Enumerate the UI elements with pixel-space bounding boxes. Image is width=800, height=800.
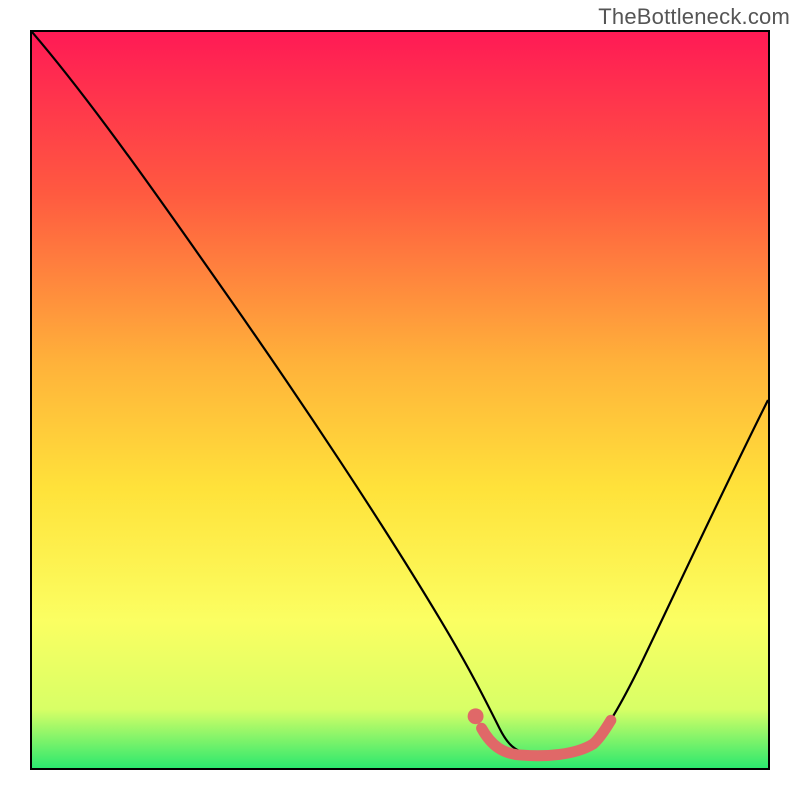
- plot-area: [30, 30, 770, 770]
- highlight-start-marker: [468, 708, 484, 724]
- gradient-background: [32, 32, 768, 768]
- chart-svg: [32, 32, 768, 768]
- watermark-text: TheBottleneck.com: [598, 4, 790, 30]
- chart-container: TheBottleneck.com: [0, 0, 800, 800]
